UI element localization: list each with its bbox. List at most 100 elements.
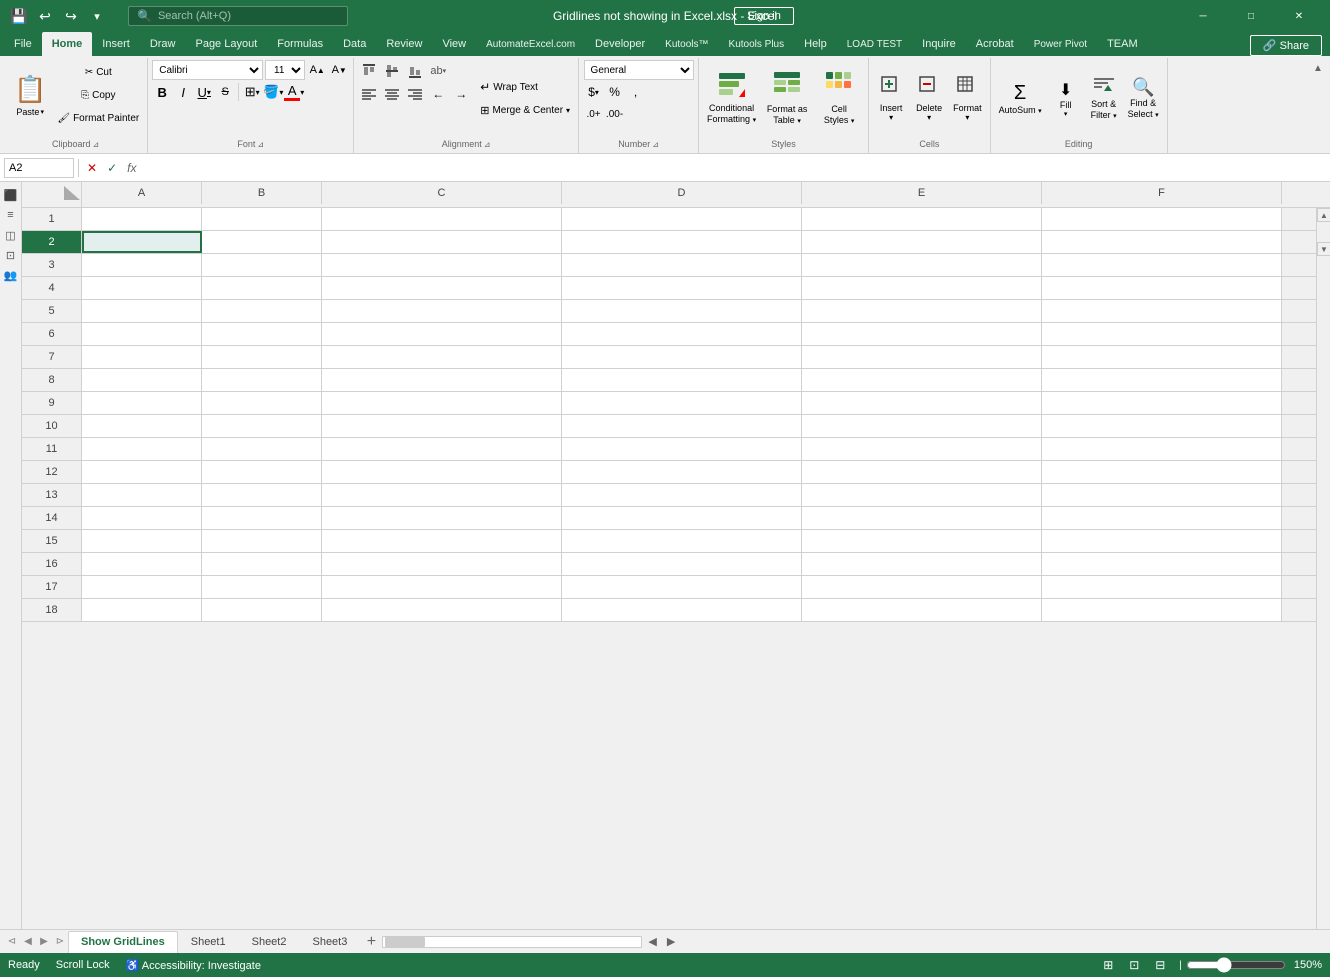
vertical-scrollbar[interactable]: ▲ ▼: [1316, 208, 1330, 929]
tab-draw[interactable]: Draw: [140, 32, 186, 56]
cell-A14[interactable]: [82, 507, 202, 529]
cell-E12[interactable]: [802, 461, 1042, 483]
cell-B5[interactable]: [202, 300, 322, 322]
indent-dec-button[interactable]: ←: [427, 83, 449, 105]
sheet-nav-prev-prev[interactable]: ⊲: [4, 934, 20, 950]
increase-font-button[interactable]: A▲: [307, 60, 327, 80]
tab-data[interactable]: Data: [333, 32, 376, 56]
column-header-B[interactable]: B: [202, 182, 322, 204]
cell-A3[interactable]: [82, 254, 202, 276]
format-button[interactable]: Format ▾: [949, 65, 986, 133]
cell-A11[interactable]: [82, 438, 202, 460]
row-number-4[interactable]: 4: [22, 277, 82, 299]
cell-F18[interactable]: [1042, 599, 1282, 621]
copy-button[interactable]: ⎘ Copy: [53, 84, 143, 106]
horizontal-scroll-area[interactable]: ◀ ▶: [382, 935, 679, 948]
zoom-slider[interactable]: [1186, 957, 1286, 973]
number-expand-icon[interactable]: ⊿: [652, 140, 659, 149]
add-sheet-button[interactable]: +: [360, 931, 382, 953]
row-number-13[interactable]: 13: [22, 484, 82, 506]
cell-E7[interactable]: [802, 346, 1042, 368]
cell-F5[interactable]: [1042, 300, 1282, 322]
cell-F10[interactable]: [1042, 415, 1282, 437]
row-number-3[interactable]: 3: [22, 254, 82, 276]
row-number-14[interactable]: 14: [22, 507, 82, 529]
conditional-formatting-button[interactable]: ConditionalFormatting ▾: [703, 69, 760, 129]
cell-F11[interactable]: [1042, 438, 1282, 460]
insert-button[interactable]: Insert ▾: [873, 65, 909, 133]
merge-center-button[interactable]: ⊞ Merge & Center ▾: [476, 99, 574, 121]
tab-home[interactable]: Home: [42, 32, 93, 56]
cell-D2[interactable]: [562, 231, 802, 253]
formula-input[interactable]: [142, 162, 1326, 174]
sheet-tab-sheet1[interactable]: Sheet1: [178, 931, 239, 953]
cell-E16[interactable]: [802, 553, 1042, 575]
cell-B9[interactable]: [202, 392, 322, 414]
cell-C13[interactable]: [322, 484, 562, 506]
cell-C18[interactable]: [322, 599, 562, 621]
row-number-12[interactable]: 12: [22, 461, 82, 483]
cell-B12[interactable]: [202, 461, 322, 483]
align-right-button[interactable]: [404, 83, 426, 105]
sidebar-icon-4[interactable]: ⊡: [2, 246, 20, 264]
wrap-text-button[interactable]: ↵ Wrap Text: [476, 76, 574, 98]
tab-power-pivot[interactable]: Power Pivot: [1024, 32, 1097, 56]
sidebar-icon-5[interactable]: 👥: [2, 266, 20, 284]
cell-A10[interactable]: [82, 415, 202, 437]
row-number-2[interactable]: 2: [22, 231, 82, 253]
sheet-tab-sheet3[interactable]: Sheet3: [299, 931, 360, 953]
maximize-button[interactable]: □: [1228, 0, 1274, 32]
accessibility-status[interactable]: ♿ Accessibility: Investigate: [126, 959, 261, 972]
underline-button[interactable]: U ▾: [194, 82, 214, 102]
cell-E3[interactable]: [802, 254, 1042, 276]
scroll-down-button[interactable]: ▼: [1317, 242, 1330, 256]
sidebar-icon-1[interactable]: ⬛: [2, 186, 20, 204]
cell-E14[interactable]: [802, 507, 1042, 529]
cell-E11[interactable]: [802, 438, 1042, 460]
row-number-15[interactable]: 15: [22, 530, 82, 552]
cell-D14[interactable]: [562, 507, 802, 529]
paste-button[interactable]: 📋 Paste ▾: [8, 60, 52, 130]
cell-C9[interactable]: [322, 392, 562, 414]
cell-F16[interactable]: [1042, 553, 1282, 575]
cell-F2[interactable]: [1042, 231, 1282, 253]
format-table-button[interactable]: Format asTable ▾: [762, 69, 812, 129]
tab-insert[interactable]: Insert: [92, 32, 140, 56]
minimize-button[interactable]: ─: [1180, 0, 1226, 32]
cell-C16[interactable]: [322, 553, 562, 575]
bold-button[interactable]: B: [152, 82, 172, 102]
cell-A4[interactable]: [82, 277, 202, 299]
sheet-nav-next[interactable]: ▶: [36, 934, 52, 950]
tab-view[interactable]: View: [432, 32, 476, 56]
dec-dec-button[interactable]: .00-: [605, 104, 625, 124]
select-all-button[interactable]: [22, 182, 82, 204]
cell-reference-input[interactable]: [4, 158, 74, 178]
more-icon[interactable]: ▾: [86, 5, 108, 27]
tab-team[interactable]: TEAM: [1097, 32, 1148, 56]
page-break-view-button[interactable]: ⊟: [1149, 954, 1171, 976]
cell-B13[interactable]: [202, 484, 322, 506]
fill-color-button[interactable]: 🪣▾: [263, 82, 283, 102]
cell-D5[interactable]: [562, 300, 802, 322]
column-header-A[interactable]: A: [82, 182, 202, 204]
tab-inquire[interactable]: Inquire: [912, 32, 966, 56]
fill-button[interactable]: ⬇ Fill ▾: [1048, 65, 1084, 133]
cell-C6[interactable]: [322, 323, 562, 345]
cell-E1[interactable]: [802, 208, 1042, 230]
cell-B7[interactable]: [202, 346, 322, 368]
sort-filter-button[interactable]: Sort &Filter ▾: [1086, 65, 1122, 133]
cell-A12[interactable]: [82, 461, 202, 483]
undo-icon[interactable]: ↩: [34, 5, 56, 27]
borders-button[interactable]: ⊞▾: [242, 82, 262, 102]
cell-E13[interactable]: [802, 484, 1042, 506]
delete-button[interactable]: Delete ▾: [911, 65, 947, 133]
row-number-9[interactable]: 9: [22, 392, 82, 414]
cell-F3[interactable]: [1042, 254, 1282, 276]
cell-F9[interactable]: [1042, 392, 1282, 414]
cell-C3[interactable]: [322, 254, 562, 276]
cell-F1[interactable]: [1042, 208, 1282, 230]
cancel-formula-button[interactable]: ✕: [83, 161, 101, 175]
cell-B3[interactable]: [202, 254, 322, 276]
column-header-C[interactable]: C: [322, 182, 562, 204]
number-format-select[interactable]: General Number Currency Accounting Short…: [584, 60, 694, 80]
